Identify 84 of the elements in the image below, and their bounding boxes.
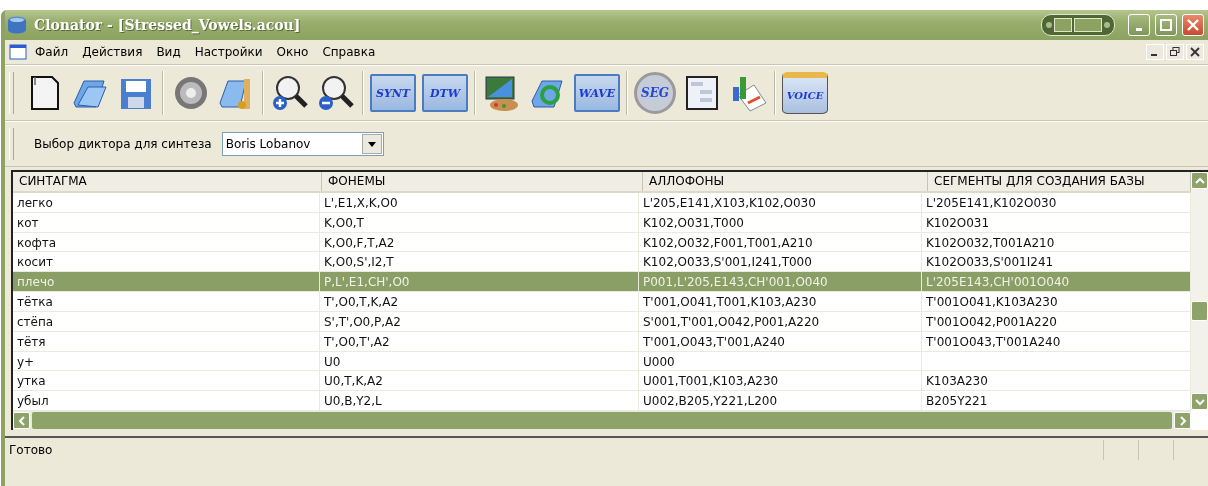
menu-item[interactable]: Настройки: [194, 45, 263, 59]
table-cell: U0,T,K,A2: [320, 371, 639, 391]
table-cell: L'205,E141,X103,K102,O030: [639, 192, 922, 212]
menu-item[interactable]: Справка: [322, 45, 376, 59]
restore-icon: [1170, 47, 1180, 57]
column-header[interactable]: СИНТАГМА: [13, 172, 322, 191]
speaker-label: Выбор диктора для синтеза: [34, 137, 212, 151]
table-cell: L',E1,X,K,O0: [320, 192, 639, 212]
table-cell: U0,B,Y2,L: [320, 391, 639, 411]
table-cell: U001,T001,K103,A230: [639, 371, 922, 391]
table-row[interactable]: у+ U0 U000: [13, 351, 1191, 372]
table-row[interactable]: утка U0,T,K,A2 U001,T001,K103,A230 K103A230: [13, 371, 1191, 392]
table-row[interactable]: тётя T',O0,T',A2 T'001,O043,T'001,A240 T'001O043,T'001A240: [13, 331, 1191, 352]
table-cell: K102,O033,S'001,I241,T000: [639, 252, 922, 272]
table-cell: кот: [13, 212, 320, 232]
table-cell: P001,L'205,E143,CH'001,O040: [639, 272, 922, 292]
table-cell: косит: [13, 252, 320, 272]
status-text: Готово: [9, 443, 53, 457]
table-cell: T'001,O041,T001,K103,A230: [639, 292, 922, 311]
table-cell: K102,O032,F001,T001,A210: [639, 232, 922, 252]
toolbar-button[interactable]: VOICE: [782, 72, 828, 114]
table-cell: убыл: [13, 391, 320, 411]
table-cell: утка: [13, 371, 320, 391]
close-icon: [1190, 47, 1200, 57]
scroll-left-button[interactable]: [13, 412, 30, 430]
table-row[interactable]: кот K,O0,T K102,O031,T000 K102O031: [13, 212, 1191, 233]
chevron-up-icon: [1194, 176, 1205, 185]
table-cell: тётка: [13, 292, 320, 311]
table-cell: у+: [13, 351, 320, 371]
caret-icon: [367, 141, 376, 147]
toolbar-button[interactable]: SYNT: [370, 74, 416, 112]
close-icon: [1187, 19, 1199, 31]
zoom-in-icon[interactable]: [270, 73, 310, 113]
zoom-out-icon[interactable]: [316, 73, 356, 113]
table-cell: S'001,T'001,O042,P001,A220: [639, 311, 922, 331]
table-cell: P,L',E1,CH',O0: [320, 272, 639, 292]
menu-item[interactable]: Окно: [276, 45, 309, 59]
scrollbar-thumb[interactable]: [1191, 301, 1208, 321]
menu-item[interactable]: Действия: [82, 45, 143, 59]
table-row[interactable]: кофта K,O0,F,T,A2 K102,O032,F001,T001,A210 K102O032,T001A210: [13, 232, 1191, 253]
table-cell: кофта: [13, 232, 320, 252]
table-row[interactable]: стёпа S',T',O0,P,A2 S'001,T'001,O042,P001,A220 T'001O042,P001A220: [13, 311, 1191, 332]
chevron-right-icon: [1178, 415, 1187, 426]
database-icon: [7, 16, 27, 34]
window-title: Clonator - [Stressed_Vowels.acou]: [34, 17, 301, 33]
scroll-down-button[interactable]: [1191, 393, 1208, 410]
maximize-button[interactable]: [1155, 14, 1177, 36]
chevron-left-icon: [17, 415, 26, 426]
restore-button[interactable]: [1166, 44, 1184, 60]
toolbar-button[interactable]: SEG: [634, 72, 676, 114]
toolbar-button[interactable]: DTW: [422, 74, 468, 112]
table-row[interactable]: тётка T',O0,T,K,A2 T'001,O041,T001,K103,A230 T'001O041,K103A230: [13, 292, 1191, 312]
close-button[interactable]: [1186, 44, 1204, 60]
speaker-dropdown[interactable]: Boris Lobanov: [221, 132, 384, 156]
scroll-right-button[interactable]: [1174, 412, 1191, 430]
menu-item[interactable]: Вид: [156, 45, 181, 59]
table-cell: U000: [639, 351, 922, 371]
minimize-icon: [1136, 27, 1142, 31]
table-cell: плечо: [13, 272, 320, 292]
table-cell: K,O0,T: [320, 212, 639, 232]
column-header[interactable]: ФОНЕМЫ: [322, 172, 643, 191]
scrollbar-thumb[interactable]: [32, 412, 1172, 430]
table-cell: T'001,O043,T'001,A240: [639, 331, 922, 351]
table-row[interactable]: легко L',E1,X,K,O0 L'205,E141,X103,K102,O030 L'205E141,K102O030: [13, 192, 1191, 213]
scroll-up-button[interactable]: [1191, 172, 1208, 189]
chevron-down-icon: [1194, 397, 1205, 406]
table-cell: стёпа: [13, 311, 320, 331]
table-cell: легко: [13, 192, 320, 212]
column-header[interactable]: АЛЛОФОНЫ: [643, 172, 928, 191]
toolbar-button[interactable]: WAVE: [574, 74, 620, 112]
maximize-icon: [1160, 19, 1172, 31]
table-cell: K,O0,F,T,A2: [320, 232, 639, 252]
table-cell: тётя: [13, 331, 320, 351]
minimize-button[interactable]: [1146, 44, 1164, 60]
table-cell: U002,B205,Y221,L200: [639, 391, 922, 411]
table-cell: T',O0,T,K,A2: [320, 292, 639, 311]
document-window-icon: [9, 44, 27, 60]
table-cell: U0: [320, 351, 639, 371]
menu-item[interactable]: Файл: [35, 45, 69, 59]
window-mode-button[interactable]: [1041, 14, 1115, 36]
table-cell: T',O0,T',A2: [320, 331, 639, 351]
table-cell: S',T',O0,P,A2: [320, 311, 639, 331]
table-cell: K,O0,S',I2,T: [320, 252, 639, 272]
table-cell: K102,O031,T000: [639, 212, 922, 232]
